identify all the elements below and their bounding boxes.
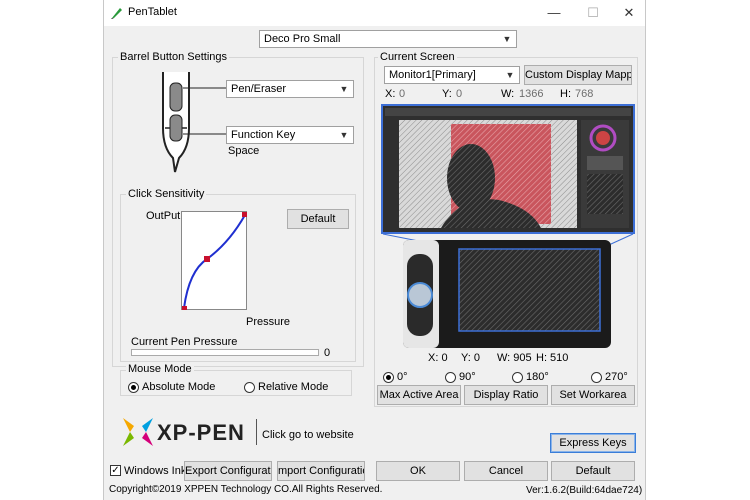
rotation-180-radio[interactable] (512, 372, 523, 383)
tablet-y-label: Y: 0 (461, 352, 480, 364)
windows-ink-label[interactable]: Windows Ink (124, 465, 186, 477)
windows-ink-checkbox[interactable]: ✓ (110, 465, 121, 476)
monitor-select-value: Monitor1[Primary] (389, 69, 476, 81)
rotation-180-label[interactable]: 180° (526, 371, 549, 383)
curve-point-mid[interactable] (204, 256, 210, 262)
current-screen-label: Current Screen (378, 51, 457, 63)
current-pressure-label: Current Pen Pressure (131, 336, 238, 348)
screen-y-value: 0 (456, 88, 463, 100)
export-configuration-button[interactable]: Export Configuration (184, 461, 272, 481)
current-pressure-value: 0 (324, 347, 331, 359)
chevron-down-icon: ▼ (502, 34, 512, 44)
screen-h-value: 768 (575, 88, 594, 100)
device-select-value: Deco Pro Small (264, 33, 341, 45)
cancel-button[interactable]: Cancel (464, 461, 548, 481)
rotation-90-radio[interactable] (445, 372, 456, 383)
tablet-active-area[interactable] (458, 248, 601, 332)
sensitivity-default-button[interactable]: Default (287, 209, 349, 229)
copyright-text: Copyright©2019 XPPEN Technology CO.All R… (109, 484, 383, 495)
curve-point-end[interactable] (242, 212, 247, 217)
absolute-mode-label[interactable]: Absolute Mode (142, 381, 215, 393)
absolute-mode-radio[interactable] (128, 382, 139, 393)
chevron-down-icon: ▼ (339, 84, 349, 94)
relative-mode-radio[interactable] (244, 382, 255, 393)
curve-point-start[interactable] (182, 306, 187, 310)
xp-pen-logo-icon[interactable] (121, 416, 155, 448)
maximize-button[interactable]: ☐ (578, 3, 608, 23)
sensitivity-group-label: Click Sensitivity (126, 188, 207, 200)
chevron-down-icon: ▼ (339, 130, 349, 140)
mouse-mode-label: Mouse Mode (126, 363, 194, 375)
chevron-down-icon: ▼ (505, 70, 515, 80)
pen-app-icon (111, 8, 122, 19)
barrel-group-label: Barrel Button Settings (118, 51, 230, 63)
tablet-h-label: H: 510 (536, 352, 569, 364)
website-link[interactable]: Click go to website (262, 429, 354, 441)
version-text: Ver:1.6.2(Build:64dae724) (526, 485, 643, 496)
pentablet-window: PenTablet — ☐ ✕ Deco Pro Small ▼ Barrel … (103, 0, 646, 500)
barrel-button1-select[interactable]: Pen/Eraser ▼ (226, 80, 354, 98)
import-configuration-button[interactable]: mport Configuration (277, 461, 365, 481)
screen-h-label: H: (560, 88, 571, 100)
barrel-button2-sub: Space (228, 145, 260, 157)
monitor-select[interactable]: Monitor1[Primary] ▼ (384, 66, 520, 84)
barrel-button2-value: Function Key (231, 129, 296, 141)
title-bar: PenTablet — ☐ ✕ (104, 0, 645, 26)
custom-display-mapping-button[interactable]: Custom Display Mapping (524, 65, 632, 85)
screen-x-label: X: (385, 88, 396, 100)
device-select[interactable]: Deco Pro Small ▼ (259, 30, 517, 48)
max-active-area-button[interactable]: Max Active Area (377, 385, 461, 405)
ok-button[interactable]: OK (376, 461, 460, 481)
set-workarea-button[interactable]: Set Workarea (551, 385, 635, 405)
tablet-x-label: X: 0 (428, 352, 448, 364)
rotation-270-radio[interactable] (591, 372, 602, 383)
barrel-button1-value: Pen/Eraser (231, 83, 287, 95)
close-button[interactable]: ✕ (614, 3, 644, 23)
screen-mapping-preview[interactable] (381, 104, 635, 350)
rotation-0-label[interactable]: 0° (397, 371, 408, 383)
display-ratio-button[interactable]: Display Ratio (464, 385, 548, 405)
minimize-button[interactable]: — (539, 3, 569, 23)
output-label: OutPut (146, 210, 181, 222)
current-pressure-bar (131, 349, 319, 356)
screen-y-label: Y: (442, 88, 452, 100)
rotation-0-radio[interactable] (383, 372, 394, 383)
tablet-w-label: W: 905 (497, 352, 532, 364)
relative-mode-label[interactable]: Relative Mode (258, 381, 328, 393)
rotation-90-label[interactable]: 90° (459, 371, 476, 383)
pressure-axis-label: Pressure (246, 316, 291, 328)
express-keys-button[interactable]: Express Keys (550, 433, 636, 453)
screen-x-value: 0 (399, 88, 406, 100)
default-button[interactable]: Default (551, 461, 635, 481)
screen-w-label: W: (501, 88, 515, 100)
barrel-button2-select[interactable]: Function Key ▼ (226, 126, 354, 144)
brand-logo-text[interactable]: XP-PEN (157, 420, 245, 446)
rotation-270-label[interactable]: 270° (605, 371, 628, 383)
pressure-curve-graph[interactable] (181, 211, 247, 310)
window-title: PenTablet (128, 6, 177, 18)
screen-w-value: 1366 (519, 88, 544, 100)
brand-divider (256, 419, 257, 445)
